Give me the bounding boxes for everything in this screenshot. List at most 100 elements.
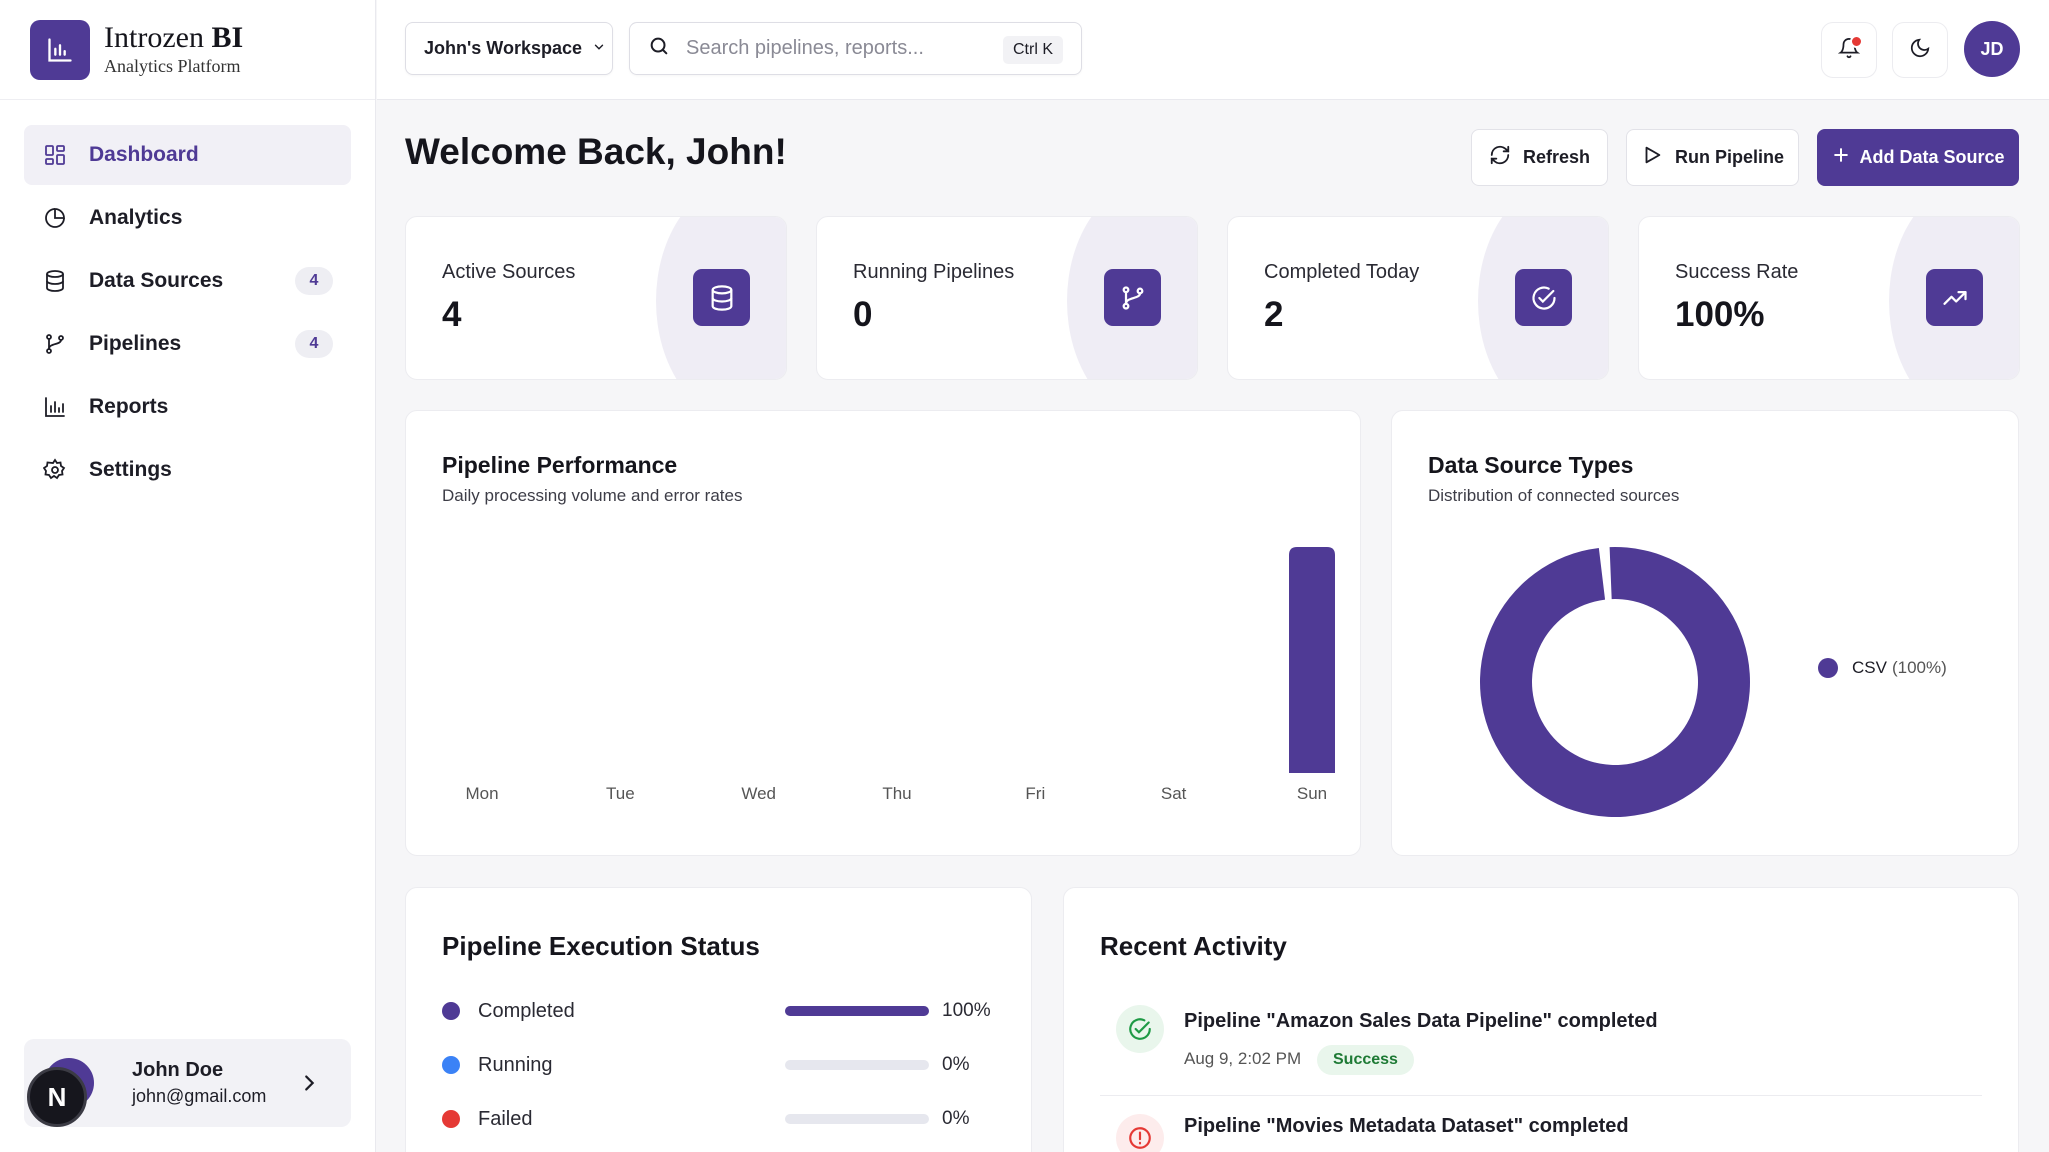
search-input[interactable] [686,37,986,60]
activity-title: Pipeline "Amazon Sales Data Pipeline" co… [1184,1010,1658,1032]
refresh-icon [1489,144,1511,171]
refresh-button[interactable]: Refresh [1471,129,1608,186]
legend-item-csv[interactable]: CSV (100%) [1818,658,1947,678]
run-pipeline-label: Run Pipeline [1674,147,1784,167]
stat-value: 2 [1264,295,1284,334]
workspace-selector[interactable]: John's Workspace [405,22,613,75]
x-tick-label: Thu [882,784,911,803]
run-pipeline-button[interactable]: Run Pipeline [1626,129,1799,186]
notification-dot [1850,35,1863,48]
legend-swatch [1818,658,1838,678]
x-tick-label: Fri [1025,784,1045,803]
progress-bar [785,1006,929,1016]
pipeline-performance-chart: Mon Tue Wed Thu Fri Sat Sun [465,547,1335,803]
x-tick-label: Tue [606,784,635,803]
shortcut-hint: Ctrl K [1003,36,1063,64]
stat-value: 0 [853,295,873,334]
theme-toggle-button[interactable] [1892,22,1948,78]
pipeline-performance-panel: Pipeline Performance Daily processing vo… [405,410,1361,856]
activity-title: Pipeline "Movies Metadata Dataset" compl… [1184,1115,1629,1137]
gear-icon [42,457,68,483]
database-icon [42,268,68,294]
status-row-running: Running 0% [442,1050,1022,1080]
topbar: John's Workspace Ctrl K JD [377,0,2049,100]
sidebar-item-label: Dashboard [89,143,199,166]
stat-value: 100% [1675,295,1765,334]
bar-sun[interactable] [1289,547,1335,773]
status-label: Completed [478,999,575,1022]
add-data-source-button[interactable]: Add Data Source [1817,129,2019,186]
brand-subtitle: Analytics Platform [104,56,241,76]
sidebar-item-reports[interactable]: Reports [24,377,351,437]
panel-title: Pipeline Execution Status [442,931,760,961]
count-badge: 4 [295,267,333,295]
data-source-types-panel: Data Source Types Distribution of connec… [1391,410,2019,856]
status-dot [442,1002,460,1020]
status-badge: Success [1317,1045,1414,1075]
check-circle-icon [1116,1005,1164,1053]
progress-bar [785,1114,929,1124]
status-label: Running [478,1053,553,1076]
slice-csv[interactable] [1480,546,1751,817]
brand[interactable]: Introzen BI Analytics Platform [0,0,375,100]
stat-label: Running Pipelines [853,261,1015,283]
stat-card-success-rate: Success Rate 100% [1638,216,2020,380]
workspace-label: John's Workspace [424,38,583,58]
status-row-failed: Failed 0% [442,1104,1022,1134]
stat-card-active-sources: Active Sources 4 [405,216,787,380]
sidebar-item-label: Settings [89,458,172,481]
sidebar: Introzen BI Analytics Platform Dashboard… [0,0,376,1152]
progress-fill [785,1006,929,1016]
user-name: John Doe [132,1059,224,1081]
stat-card-running-pipelines: Running Pipelines 0 [816,216,1198,380]
sidebar-nav: Dashboard Analytics Data Sources 4 Pipel… [0,100,375,500]
search-icon [648,35,670,62]
status-label: Failed [478,1107,533,1130]
status-dot [442,1056,460,1074]
git-branch-icon [1104,269,1161,326]
sidebar-item-label: Analytics [89,206,183,229]
sidebar-item-analytics[interactable]: Analytics [24,188,351,248]
legend-percent: (100%) [1891,658,1947,677]
sidebar-item-dashboard[interactable]: Dashboard [24,125,351,185]
pipeline-execution-status-panel: Pipeline Execution Status Completed 100% R… [405,887,1032,1152]
status-percent: 0% [942,1054,970,1075]
sidebar-item-data-sources[interactable]: Data Sources 4 [24,251,351,311]
bar-chart-icon [42,394,68,420]
legend-label: CSV [1852,658,1887,677]
page-title: Welcome Back, John! [405,131,787,172]
status-percent: 0% [942,1108,970,1129]
sidebar-item-label: Data Sources [89,269,224,292]
x-tick-label: Wed [741,784,776,803]
x-tick-label: Sun [1297,784,1327,803]
chevron-down-icon [592,38,606,59]
alert-circle-icon [1116,1114,1164,1152]
stat-label: Completed Today [1264,261,1420,283]
chevron-right-icon[interactable] [289,1063,329,1103]
notifications-button[interactable] [1821,22,1877,78]
recent-activity-panel: Recent Activity Pipeline "Amazon Sales D… [1063,887,2019,1152]
progress-bar [785,1060,929,1070]
search-box[interactable]: Ctrl K [629,22,1082,75]
sidebar-item-label: Pipelines [89,332,182,355]
refresh-label: Refresh [1522,147,1591,167]
dev-tools-badge[interactable]: N [27,1067,87,1127]
stat-label: Success Rate [1675,261,1799,283]
grid-icon [42,142,68,168]
trending-up-icon [1926,269,1983,326]
activity-time: Aug 9, 2:02 PM [1184,1049,1302,1068]
moon-icon [1909,37,1931,64]
user-avatar-button[interactable]: JD [1964,21,2020,77]
count-badge: 4 [295,330,333,358]
sidebar-item-pipelines[interactable]: Pipelines 4 [24,314,351,374]
divider [1100,1095,1982,1096]
sidebar-item-settings[interactable]: Settings [24,440,351,500]
status-dot [442,1110,460,1128]
status-percent: 100% [942,1000,991,1021]
stat-card-completed-today: Completed Today 2 [1227,216,1609,380]
stat-value: 4 [442,295,462,334]
check-circle-icon [1515,269,1572,326]
stat-label: Active Sources [442,261,576,283]
x-tick-label: Sat [1161,784,1187,803]
database-icon [693,269,750,326]
